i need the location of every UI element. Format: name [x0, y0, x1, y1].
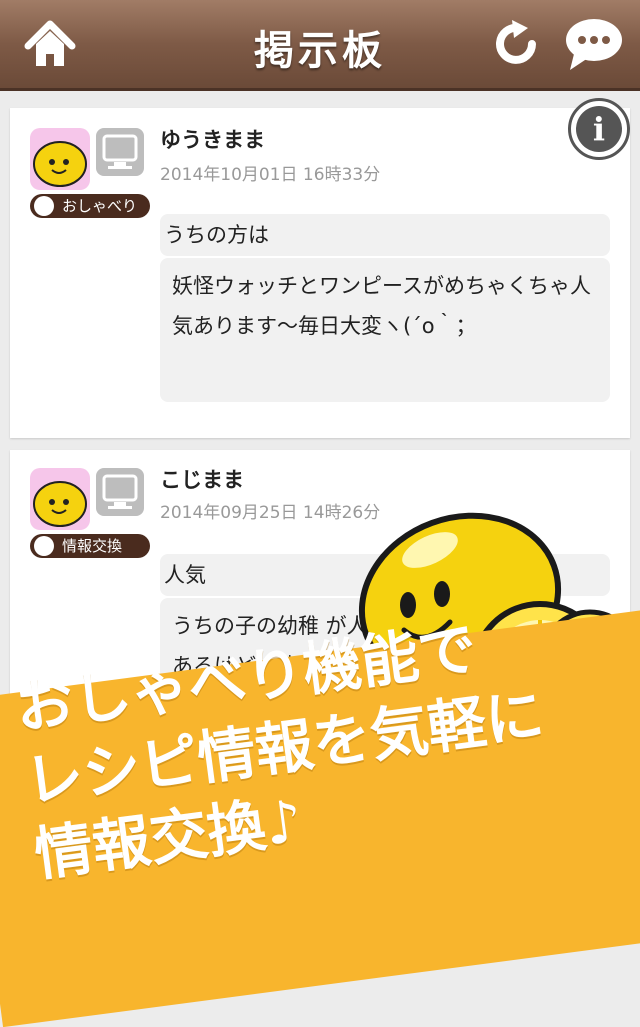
avatar	[30, 128, 90, 190]
utensils-icon	[34, 196, 54, 216]
device-badge	[96, 468, 144, 516]
avatar	[30, 468, 90, 530]
post-timestamp: 2014年09月25日 14時26分	[160, 503, 381, 523]
post-username[interactable]: ゆうきまま	[160, 124, 265, 154]
post-subject: うちの方は	[160, 214, 610, 256]
post-timestamp: 2014年10月01日 16時33分	[160, 165, 381, 185]
chat-button[interactable]	[564, 16, 622, 72]
device-badge	[96, 128, 144, 176]
info-icon: i	[576, 106, 622, 152]
lemon-avatar-icon	[33, 481, 87, 527]
category-tag: おしゃべり	[30, 194, 150, 218]
app-header: 掲示板	[0, 0, 640, 91]
page-title: 掲示板	[254, 28, 386, 74]
pc-icon	[102, 474, 138, 509]
post-card[interactable]: おしゃべり ゆうきまま 2014年10月01日 16時33分 うちの方は 妖怪ウ…	[10, 108, 630, 438]
category-tag: 情報交換	[30, 534, 150, 558]
category-tag-label: 情報交換	[62, 537, 123, 555]
lemon-avatar-icon	[33, 141, 87, 187]
utensils-icon	[34, 536, 54, 556]
chat-bubble-icon	[566, 19, 622, 70]
post-username[interactable]: こじまま	[160, 464, 244, 494]
refresh-button[interactable]	[488, 16, 544, 72]
pc-icon	[102, 134, 138, 169]
refresh-icon	[496, 20, 536, 64]
info-button[interactable]: i	[568, 98, 630, 160]
post-body: 妖怪ウォッチとワンピースがめちゃくちゃ人気あります〜毎日大変ヽ(´o｀；	[160, 258, 610, 402]
category-tag-label: おしゃべり	[62, 197, 138, 215]
